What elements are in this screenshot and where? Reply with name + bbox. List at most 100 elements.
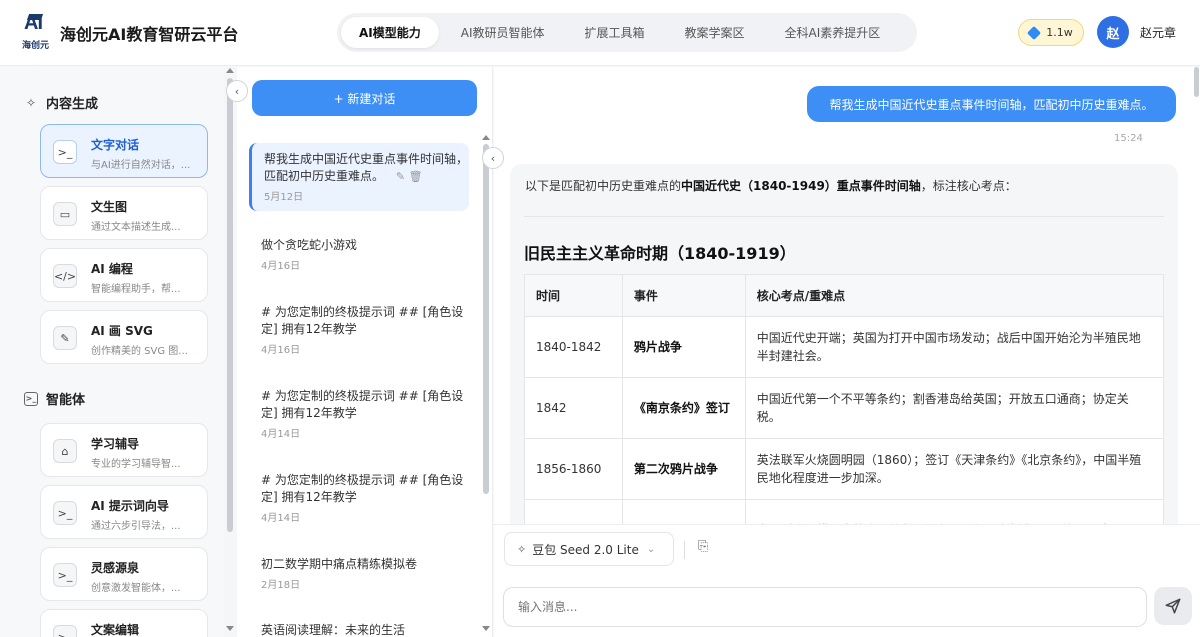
history-item-date: 4月14日 [261,429,301,440]
divider [684,541,685,559]
chat-area: 帮我生成中国近代史重点事件时间轴，匹配初中历史重难点。 15:24 以下是匹配初… [494,67,1200,637]
sidebar-item-title: AI 提示词向导 [91,499,169,513]
history-item[interactable]: 初二数学期中痛点精练模拟卷 2月18日 [249,548,469,599]
sidebar-scroll-up[interactable] [226,68,234,73]
credits-badge[interactable]: 1.1w [1018,19,1084,46]
terminal-icon: >_ [53,625,77,637]
history-item[interactable]: 英语阅读理解：未来的生活 [249,614,469,637]
cell-event: 鸦片战争 [621,316,746,378]
sidebar-item-desc: 通过文本描述生成... [91,222,181,233]
sparkle-icon: ✧ [25,95,37,110]
history-scroll-down[interactable] [482,626,490,631]
sidebar-item-copy-editing[interactable]: >_ 文案编辑 [40,609,208,637]
assistant-message: 以下是匹配初中历史重难点的中国近代史（1840-1949）重点事件时间轴，标注核… [510,164,1178,534]
history-item-date: 2月18日 [261,580,301,591]
history-item-title: 初二数学期中痛点精练模拟卷 [261,557,418,571]
terminal-icon: >_ [53,501,77,525]
chat-history-panel: + 新建对话 帮我生成中国近代史重点事件时间轴，匹配初中历史重难点。 ✎ 🗑 5… [237,67,493,637]
cell-time: 1840-1842 [524,316,623,378]
cell-note: 中国近代史开端；英国为打开中国市场发动；战后中国开始沦为半殖民地半封建社会。 [744,316,1165,378]
sidebar-item-desc: 与AI进行自然对话，... [91,160,191,171]
sidebar-item-desc: 创意激发智能体，... [91,583,181,594]
model-name: 豆包 Seed 2.0 Lite [532,542,639,557]
sidebar-item-title: 学习辅导 [91,437,140,451]
answer-intro: 以下是匹配初中历史重难点的中国近代史（1840-1949）重点事件时间轴，标注核… [525,179,1017,193]
sidebar-item-ai-coding[interactable]: </> AI 编程 智能编程助手，帮... [40,248,208,302]
history-item-date: 4月16日 [261,261,301,272]
model-selector[interactable]: ✧ 豆包 Seed 2.0 Lite ⌄ [504,532,674,566]
history-actions: ✎ 🗑 [396,168,423,185]
top-header: AI 海创元 海创元AI教育智研云平台 AI模型能力 AI教研员智能体 扩展工具… [0,0,1200,66]
history-item[interactable]: # 为您定制的终极提示词 ## [角色设定] 拥有12年教学 4月14日 [249,464,469,532]
sidebar-scrollbar[interactable] [227,78,233,532]
collapse-sidebar-button[interactable]: ‹ [226,80,248,102]
history-item-date: 4月14日 [261,513,301,524]
history-item-title: # 为您定制的终极提示词 ## [角色设定] 拥有12年教学 [261,473,464,504]
send-icon [1165,598,1181,614]
new-chat-button[interactable]: + 新建对话 [252,80,477,116]
history-item[interactable]: # 为您定制的终极提示词 ## [角色设定] 拥有12年教学 4月16日 [249,296,469,364]
diamond-icon [1027,25,1042,40]
history-item[interactable]: # 为您定制的终极提示词 ## [角色设定] 拥有12年教学 4月14日 [249,380,469,448]
sidebar-item-text-chat[interactable]: >_ 文字对话 与AI进行自然对话，... [40,124,208,178]
edit-icon[interactable]: ✎ [396,170,405,183]
pen-icon: ✎ [53,326,77,350]
history-item-date: 5月12日 [264,192,304,203]
graduation-cap-icon: ⌂ [53,439,77,463]
tab-lesson-plans[interactable]: 教案学案区 [667,17,763,48]
history-item-title: 做个贪吃蛇小游戏 [261,238,358,252]
tab-ai-teacher-agent[interactable]: AI教研员智能体 [443,17,563,48]
section-content-generation: ✧ 内容生成 [24,93,99,113]
cell-time: 1856-1860 [524,438,623,500]
terminal-icon: >_ [24,391,38,406]
sparkle-icon: ✧ [517,542,527,556]
trash-icon[interactable]: 🗑 [409,170,423,183]
table-row: 1856-1860 第二次鸦片战争 英法联军火烧圆明园（1860）；签订《天津条… [524,438,1165,500]
column-header: 时间 [524,274,623,317]
history-item-title: # 为您定制的终极提示词 ## [角色设定] 拥有12年教学 [261,305,464,336]
section-title: 智能体 [46,393,86,408]
chevron-down-icon: ⌄ [646,543,656,555]
sidebar-item-title: 灵感源泉 [91,561,140,575]
user-message-bubble: 帮我生成中国近代史重点事件时间轴，匹配初中历史重难点。 [807,86,1176,122]
message-input[interactable] [503,587,1147,627]
table-row: 1842 《南京条约》签订 中国近代第一个不平等条约；割香港岛给英国；开放五口通… [524,377,1165,439]
tab-ai-model[interactable]: AI模型能力 [341,17,439,48]
tab-toolbox[interactable]: 扩展工具箱 [567,17,663,48]
send-button[interactable] [1154,587,1192,625]
chevron-left-icon: ‹ [490,151,496,165]
credits-value: 1.1w [1046,26,1073,39]
sidebar-item-inspiration[interactable]: >_ 灵感源泉 创意激发智能体，... [40,547,208,601]
attachment-icon[interactable]: ⎘ [698,539,708,554]
history-scrollbar[interactable] [483,144,489,494]
sidebar-item-tutoring[interactable]: ⌂ 学习辅导 专业的学习辅导智... [40,423,208,477]
section-agents: >_ 智能体 [24,389,85,408]
logo[interactable]: AI 海创元 [22,12,56,52]
sidebar-item-prompt-wizard[interactable]: >_ AI 提示词向导 通过六步引导法，... [40,485,208,539]
chat-scrollbar[interactable] [1194,67,1199,97]
sidebar-item-title: 文生图 [91,200,128,214]
sidebar-item-ai-svg[interactable]: ✎ AI 画 SVG 创作精美的 SVG 图... [40,310,208,364]
chat-icon: >_ [53,140,77,164]
cell-event: 《南京条约》签订 [621,377,746,439]
column-header: 核心考点/重难点 [744,274,1165,317]
sidebar-item-desc: 通过六步引导法，... [91,521,181,532]
tab-ai-literacy[interactable]: 全科AI素养提升区 [767,17,899,48]
username[interactable]: 赵元章 [1140,24,1176,41]
divider [524,216,1164,217]
collapse-history-button[interactable]: ‹ [482,147,504,169]
logo-mark: AI [24,12,43,34]
history-item[interactable]: 做个贪吃蛇小游戏 4月16日 [249,229,469,280]
sidebar-item-text-to-image[interactable]: ▭ 文生图 通过文本描述生成... [40,186,208,240]
avatar[interactable]: 赵 [1097,16,1129,48]
history-item[interactable]: 帮我生成中国近代史重点事件时间轴，匹配初中历史重难点。 ✎ 🗑 5月12日 [249,143,469,211]
section-title: 内容生成 [46,97,99,112]
sidebar-scroll-down[interactable] [226,626,234,631]
sidebar-item-desc: 专业的学习辅导智... [91,459,181,470]
history-scroll-up[interactable] [482,135,490,140]
column-header: 事件 [621,274,746,317]
message-time: 15:24 [1114,133,1143,144]
history-item-title: # 为您定制的终极提示词 ## [角色设定] 拥有12年教学 [261,389,464,420]
cell-note: 英法联军火烧圆明园（1860）；签订《天津条约》《北京条约》，中国半殖民地化程度… [744,438,1165,500]
history-item-title: 英语阅读理解：未来的生活 [261,623,406,637]
